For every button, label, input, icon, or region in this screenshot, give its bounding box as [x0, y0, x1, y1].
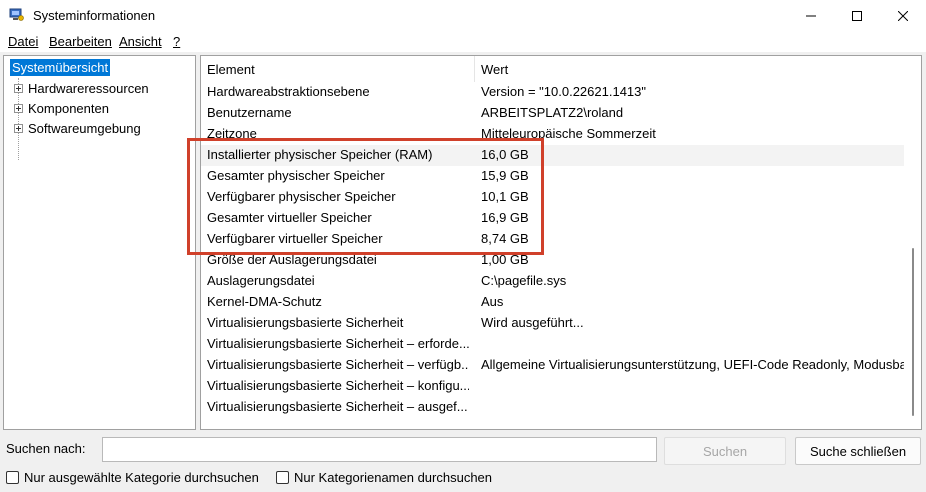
column-header-value[interactable]: Wert	[481, 62, 508, 77]
row-element: Gesamter physischer Speicher	[207, 168, 385, 183]
tree-item-label: Komponenten	[28, 100, 109, 116]
table-row[interactable]: Auslagerungsdatei C:\pagefile.sys	[201, 271, 904, 292]
table-row[interactable]: Virtualisierungsbasierte Sicherheit – au…	[201, 397, 904, 418]
menu-help[interactable]: ?	[173, 34, 180, 49]
close-button[interactable]	[880, 0, 926, 32]
checkbox-label: Nur ausgewählte Kategorie durchsuchen	[24, 470, 259, 485]
row-value: C:\pagefile.sys	[481, 273, 567, 288]
vertical-scrollbar[interactable]	[904, 56, 921, 429]
table-row[interactable]: Gesamter virtueller Speicher 16,9 GB	[201, 208, 904, 229]
checkbox[interactable]	[276, 471, 289, 484]
tree-item-label: Softwareumgebung	[28, 120, 141, 136]
table-row[interactable]: Verfügbarer virtueller Speicher 8,74 GB	[201, 229, 904, 250]
close-icon	[898, 11, 908, 21]
table-row[interactable]: Zeitzone Mitteleuropäische Sommerzeit	[201, 124, 904, 145]
row-value: Wird ausgeführt...	[481, 315, 584, 330]
table-row[interactable]: Installierter physischer Speicher (RAM) …	[201, 145, 904, 166]
expand-icon[interactable]	[14, 103, 23, 113]
table-row[interactable]: Größe der Auslagerungsdatei 1,00 GB	[201, 250, 904, 271]
expand-icon[interactable]	[14, 83, 23, 93]
row-element: Gesamter virtueller Speicher	[207, 210, 372, 225]
table-row[interactable]: Benutzername ARBEITSPLATZ2\roland	[201, 103, 904, 124]
checkbox-label: Nur Kategorienamen durchsuchen	[294, 470, 493, 485]
table-row[interactable]: Verfügbarer physischer Speicher 10,1 GB	[201, 187, 904, 208]
row-element: Größe der Auslagerungsdatei	[207, 252, 377, 267]
row-element: Verfügbarer physischer Speicher	[207, 189, 396, 204]
maximize-button[interactable]	[834, 0, 880, 32]
tree-item-label: Hardwareressourcen	[28, 80, 149, 96]
row-element: Virtualisierungsbasierte Sicherheit	[207, 315, 404, 330]
table-row[interactable]: Virtualisierungsbasierte Sicherheit – er…	[201, 334, 904, 355]
scrollbar-thumb[interactable]	[912, 248, 914, 416]
option-selected-category[interactable]: Nur ausgewählte Kategorie durchsuchen	[6, 470, 259, 485]
column-header-element[interactable]: Element	[207, 62, 255, 77]
minimize-button[interactable]	[788, 0, 834, 32]
list-header: Element Wert	[201, 56, 904, 82]
tree-item-system-summary[interactable]: Systemübersicht	[8, 58, 112, 77]
row-element: Virtualisierungsbasierte Sicherheit – ko…	[207, 378, 469, 393]
tree-item-hardware-resources[interactable]: Hardwareressourcen	[14, 79, 149, 97]
minimize-icon	[806, 11, 816, 21]
system-info-icon	[9, 8, 24, 22]
menu-datei[interactable]: Datei	[8, 34, 38, 49]
row-element: Installierter physischer Speicher (RAM)	[207, 147, 433, 162]
row-value: 16,9 GB	[481, 210, 529, 225]
table-row[interactable]: Gesamter physischer Speicher 15,9 GB	[201, 166, 904, 187]
search-label: Suchen nach:	[6, 441, 86, 456]
row-value: Mitteleuropäische Sommerzeit	[481, 126, 656, 141]
row-element: Virtualisierungsbasierte Sicherheit – au…	[207, 399, 468, 414]
column-divider[interactable]	[474, 56, 475, 82]
row-value: Version = "10.0.22621.1413"	[481, 84, 647, 99]
tree-item-software-environment[interactable]: Softwareumgebung	[14, 119, 141, 137]
system-information-window: Systeminformationen Datei Bearbeiten Ans…	[0, 0, 926, 492]
row-value: Aus	[481, 294, 504, 309]
row-element: Auslagerungsdatei	[207, 273, 315, 288]
row-value: ARBEITSPLATZ2\roland	[481, 105, 624, 120]
menu-bearbeiten[interactable]: Bearbeiten	[49, 34, 112, 49]
row-element: Hardwareabstraktionsebene	[207, 84, 370, 99]
row-value: 10,1 GB	[481, 189, 529, 204]
table-row[interactable]: Virtualisierungsbasierte Sicherheit – ve…	[201, 355, 907, 376]
maximize-icon	[852, 11, 862, 21]
row-element: Virtualisierungsbasierte Sicherheit – er…	[207, 336, 469, 351]
row-value: 1,00 GB	[481, 252, 529, 267]
table-row[interactable]: Hardwareabstraktionsebene Version = "10.…	[201, 82, 904, 103]
row-value: Allgemeine Virtualisierungsunterstützung…	[481, 357, 907, 372]
table-row[interactable]: Kernel-DMA-Schutz Aus	[201, 292, 904, 313]
window-title: Systeminformationen	[33, 8, 156, 23]
menu-ansicht[interactable]: Ansicht	[119, 34, 162, 49]
row-value: 8,74 GB	[481, 231, 529, 246]
row-element: Verfügbarer virtueller Speicher	[207, 231, 383, 246]
row-element: Virtualisierungsbasierte Sicherheit – ve…	[207, 357, 469, 372]
close-search-button[interactable]: Suche schließen	[795, 437, 921, 465]
details-list[interactable]: Element Wert Hardwareabstraktionsebene V…	[200, 55, 922, 430]
title-bar: Systeminformationen	[0, 0, 926, 32]
search-input[interactable]	[102, 437, 657, 462]
option-category-names[interactable]: Nur Kategorienamen durchsuchen	[276, 470, 492, 485]
table-row[interactable]: Virtualisierungsbasierte Sicherheit Wird…	[201, 313, 904, 334]
row-element: Zeitzone	[207, 126, 257, 141]
tree-item-components[interactable]: Komponenten	[14, 99, 109, 117]
checkbox[interactable]	[6, 471, 19, 484]
row-element: Benutzername	[207, 105, 292, 120]
table-row[interactable]: Virtualisierungsbasierte Sicherheit – ko…	[201, 376, 904, 397]
row-value: 16,0 GB	[481, 147, 529, 162]
row-element: Kernel-DMA-Schutz	[207, 294, 322, 309]
row-value: 15,9 GB	[481, 168, 529, 183]
expand-icon[interactable]	[14, 123, 23, 133]
search-button[interactable]: Suchen	[664, 437, 786, 465]
category-tree[interactable]: Systemübersicht Hardwareressourcen Kompo…	[3, 55, 196, 430]
menu-bar: Datei Bearbeiten Ansicht ?	[0, 32, 926, 52]
